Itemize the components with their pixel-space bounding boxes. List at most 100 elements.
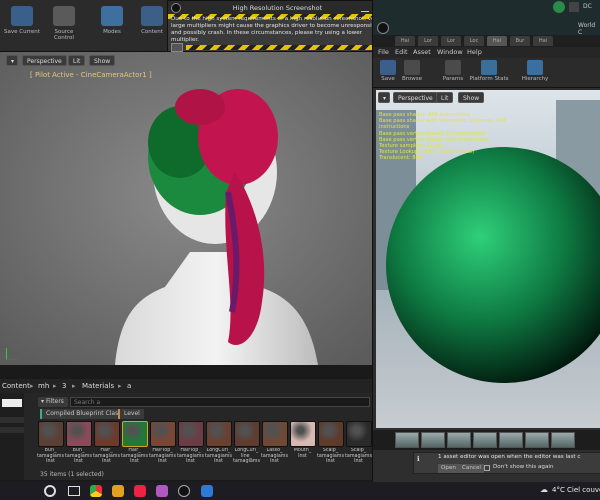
lit-button[interactable]: Lit <box>68 55 86 66</box>
asset-thumbnail[interactable] <box>38 421 64 447</box>
material-preview-viewport[interactable]: ▾ Perspective Lit Show Base pass shader:… <box>376 90 600 428</box>
mesh-swatch[interactable] <box>551 432 575 448</box>
tree-item[interactable] <box>0 417 24 423</box>
dont-show-checkbox[interactable] <box>484 465 490 471</box>
tree-search-input[interactable] <box>2 399 22 407</box>
notification-text: 1 asset editor was open when the editor … <box>438 454 581 460</box>
crumb-separator: ▸ <box>30 382 34 390</box>
asset-thumbnail[interactable] <box>346 421 372 447</box>
save-button[interactable]: Save <box>377 60 399 82</box>
viewport-toolbar: ▾ Perspective Lit Show <box>0 52 372 68</box>
asset-thumbnail[interactable] <box>178 421 204 447</box>
profile-icon[interactable] <box>553 1 565 13</box>
shader-stats: Base pass shader: 404 instructions Base … <box>379 112 519 162</box>
app-icon <box>569 2 579 12</box>
content-button[interactable]: Content <box>132 2 172 50</box>
params-button[interactable]: Params <box>441 60 465 82</box>
camera-icon[interactable] <box>171 43 183 52</box>
asset-search-input[interactable]: Search a <box>70 397 370 407</box>
open-button[interactable]: Open <box>438 464 459 473</box>
pilot-active-label: [ Pilot Active - CineCameraActor1 ] <box>30 71 152 79</box>
dont-show-label: Don't show this again <box>493 464 554 470</box>
tree-item[interactable] <box>0 427 24 433</box>
tab-hair-active[interactable]: Hai <box>487 36 507 46</box>
source-control-label: Source Control <box>54 29 74 41</box>
crumb-content[interactable]: Content <box>2 382 30 390</box>
crumb-3[interactable]: 3 <box>62 382 66 390</box>
cancel-button[interactable]: Cancel <box>459 464 484 473</box>
crumb-mh[interactable]: mh <box>38 382 49 390</box>
tab-bun[interactable]: Bur <box>510 36 530 46</box>
popup-message: Due to the high system requirements of a… <box>171 16 381 43</box>
tab-hair[interactable]: Hai <box>395 36 415 46</box>
ue-logo-icon <box>171 3 181 13</box>
platform-stats-label: Platform Stats <box>469 76 509 82</box>
preview-perspective-button[interactable]: Perspective <box>393 92 438 103</box>
weather-text: Ciel couvert <box>567 486 600 494</box>
asset-thumbnail[interactable] <box>318 421 344 447</box>
file-explorer-icon[interactable] <box>112 485 124 497</box>
viewport-menu-button[interactable]: ▾ <box>6 55 18 66</box>
content-label: Content <box>141 29 163 35</box>
browse-button[interactable]: Browse <box>401 60 423 82</box>
app-icon[interactable] <box>134 485 146 497</box>
mesh-swatch[interactable] <box>499 432 523 448</box>
perspective-button[interactable]: Perspective <box>22 55 67 66</box>
hierarchy-button[interactable]: Hierarchy <box>519 60 551 82</box>
modes-label: Modes <box>103 29 121 35</box>
menu-asset[interactable]: Asset <box>413 48 431 56</box>
filters-button[interactable]: ▾ Filters <box>38 397 68 407</box>
search-icon[interactable] <box>44 485 56 497</box>
browse-label: Browse <box>401 76 423 82</box>
mesh-swatch[interactable] <box>525 432 549 448</box>
asset-label: LongCurl_ line_ tamagiams <box>233 448 260 464</box>
filter-tag-blueprint[interactable]: Compiled Blueprint Class <box>40 409 126 419</box>
menu-help[interactable]: Help <box>467 48 482 56</box>
tab-hair[interactable]: Hai <box>533 36 553 46</box>
mesh-swatch[interactable] <box>447 432 471 448</box>
task-view-icon[interactable] <box>68 486 80 496</box>
crumb-materials[interactable]: Materials <box>82 382 114 390</box>
crumb-a[interactable]: a <box>127 382 131 390</box>
crumb-separator: ▸ <box>53 382 57 390</box>
asset-thumbnail[interactable] <box>150 421 176 447</box>
asset-thumbnail[interactable] <box>66 421 92 447</box>
show-button[interactable]: Show <box>89 55 116 66</box>
modes-button[interactable]: Modes <box>92 2 132 50</box>
level-viewport[interactable]: ▾ Perspective Lit Show [ Pilot Active - … <box>0 52 372 365</box>
filters-label: Filters <box>45 398 64 405</box>
asset-thumbnail[interactable] <box>262 421 288 447</box>
crumb-separator: ▸ <box>72 382 76 390</box>
filter-tag-level[interactable]: Level <box>118 409 144 419</box>
menu-file[interactable]: File <box>378 48 389 56</box>
popup-title: High Resolution Screenshot <box>168 1 387 15</box>
unreal-engine-icon[interactable] <box>178 485 190 497</box>
save-current-button[interactable]: Save Current <box>2 2 42 50</box>
window-header: DC World C <box>373 0 600 36</box>
temperature: 4°C <box>552 486 565 494</box>
source-control-button[interactable]: Source Control <box>44 2 84 50</box>
tab-lor[interactable]: Lor <box>418 36 438 46</box>
menu-window[interactable]: Window <box>437 48 463 56</box>
app-icon[interactable] <box>156 485 168 497</box>
asset-thumbnail[interactable] <box>122 421 148 447</box>
preview-show-button[interactable]: Show <box>458 92 485 103</box>
folder-tree <box>0 393 24 480</box>
axis-gizmo-icon <box>6 348 18 360</box>
asset-thumbnail[interactable] <box>94 421 120 447</box>
tab-loc[interactable]: Loc <box>464 36 484 46</box>
mesh-swatch[interactable] <box>421 432 445 448</box>
asset-thumbnail[interactable] <box>234 421 260 447</box>
tab-lor[interactable]: Lor <box>441 36 461 46</box>
asset-thumbnail[interactable] <box>206 421 232 447</box>
mesh-swatch[interactable] <box>395 432 419 448</box>
menu-edit[interactable]: Edit <box>395 48 408 56</box>
popup-minimize-button[interactable] <box>361 4 369 12</box>
preview-lit-button[interactable]: Lit <box>436 92 454 103</box>
asset-thumbnail[interactable] <box>290 421 316 447</box>
app-icon[interactable] <box>201 485 213 497</box>
platform-stats-button[interactable]: Platform Stats <box>469 60 509 82</box>
preview-menu-button[interactable]: ▾ <box>378 92 390 103</box>
mesh-swatch[interactable] <box>473 432 497 448</box>
chrome-icon[interactable] <box>90 485 102 497</box>
